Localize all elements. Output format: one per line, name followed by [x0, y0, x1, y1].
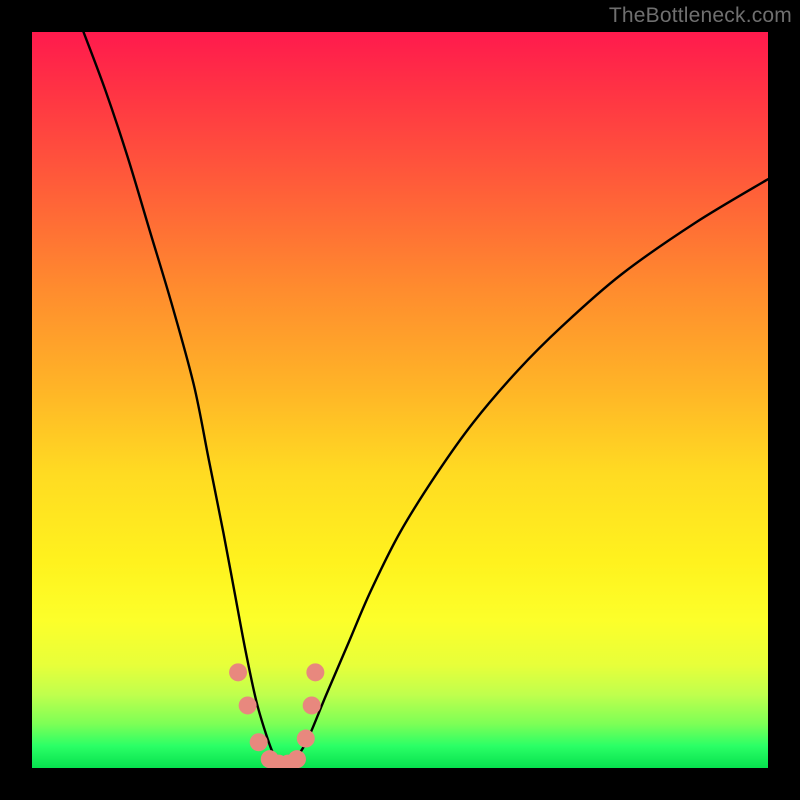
plot-area [32, 32, 768, 768]
watermark-text: TheBottleneck.com [609, 4, 792, 28]
marker-dot [250, 733, 268, 751]
marker-dot [229, 663, 247, 681]
marker-dot [306, 663, 324, 681]
curve-svg [32, 32, 768, 768]
marker-dot [297, 730, 315, 748]
marker-dot [239, 696, 257, 714]
chart-frame: TheBottleneck.com [0, 0, 800, 800]
marker-dot [303, 696, 321, 714]
curve-path-group [84, 32, 768, 765]
bottleneck-curve [84, 32, 768, 765]
marker-cluster [229, 663, 324, 768]
marker-dot [288, 750, 306, 768]
